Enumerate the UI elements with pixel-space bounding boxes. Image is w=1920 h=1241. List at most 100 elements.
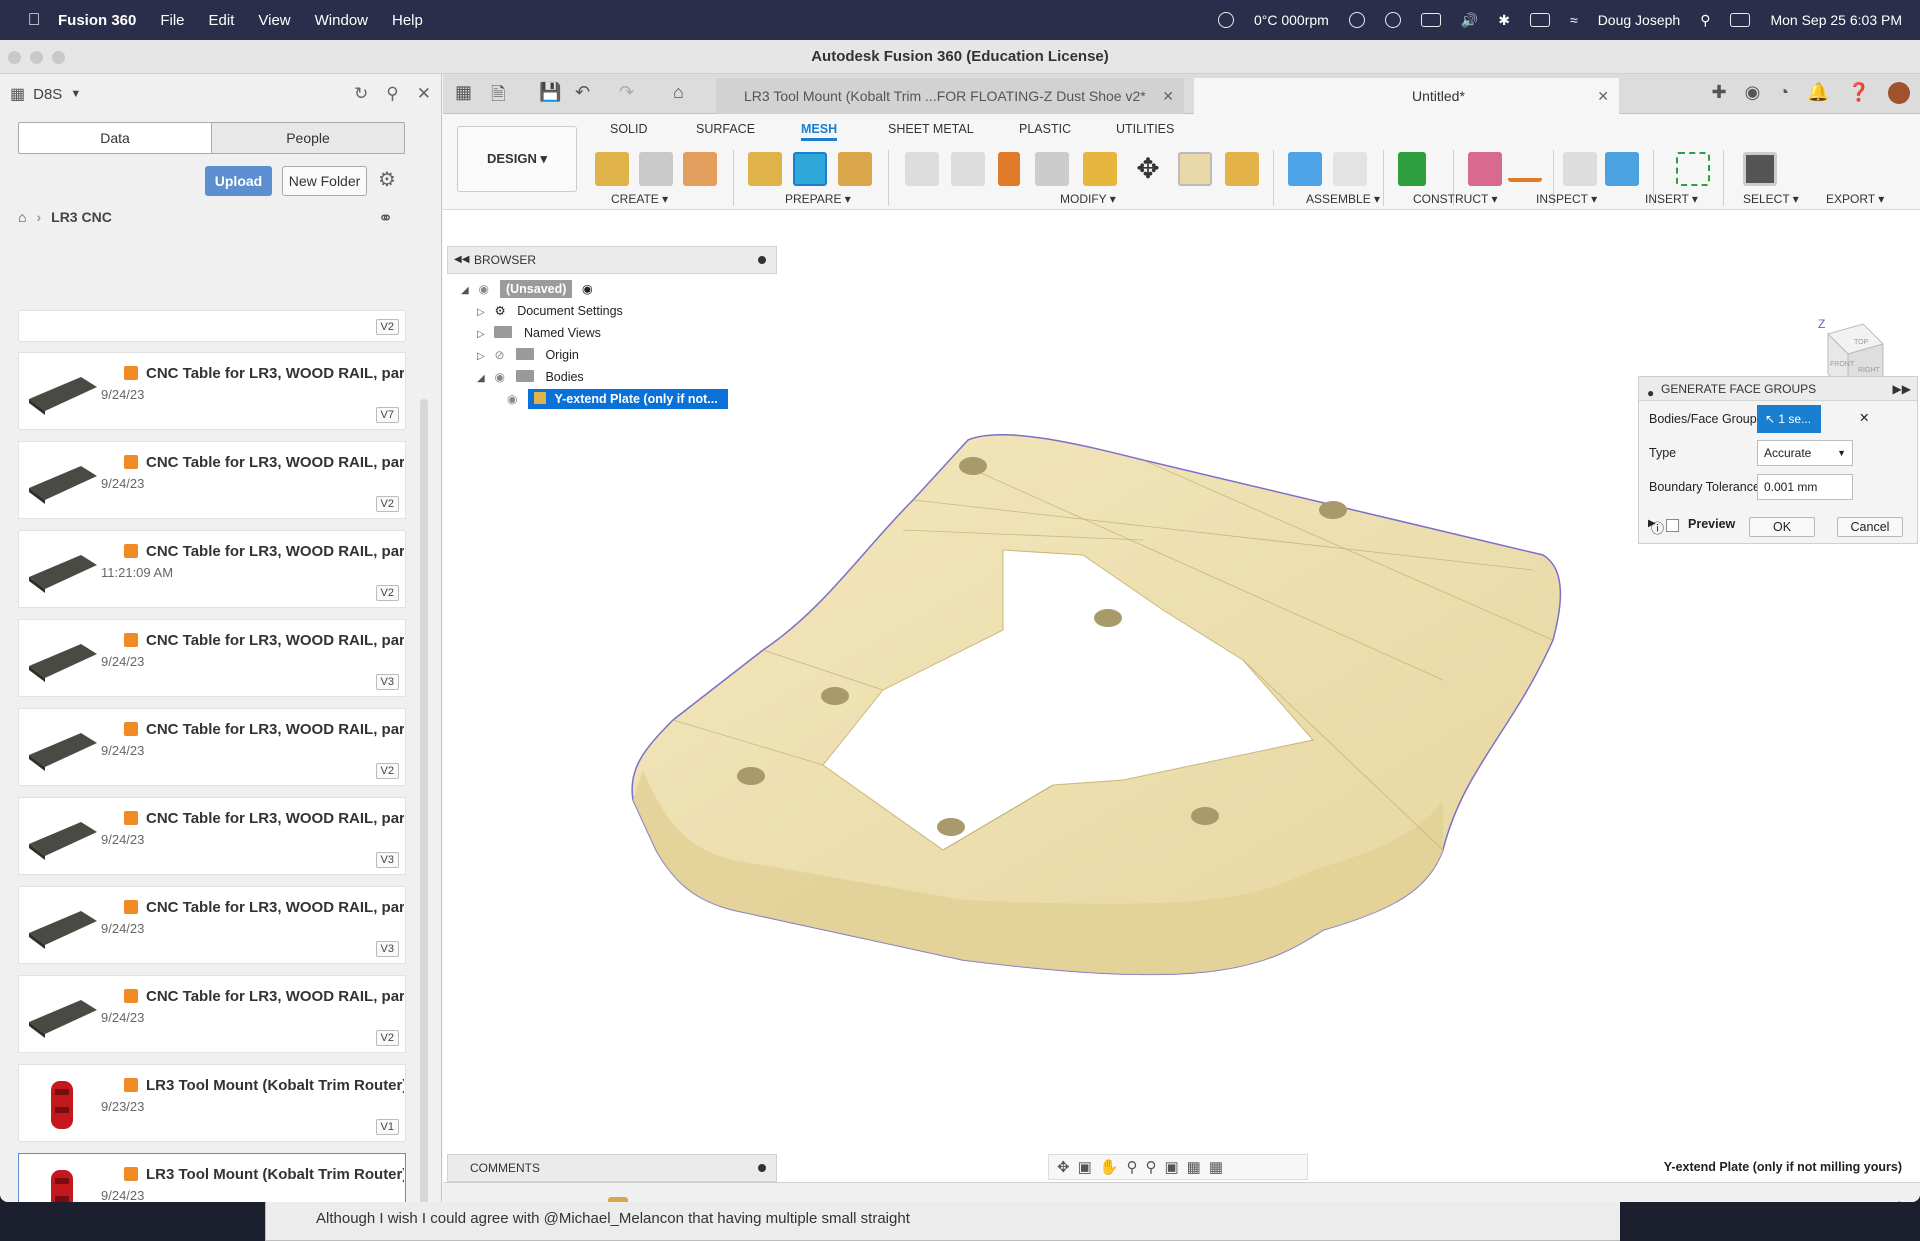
export-icon[interactable] — [1743, 152, 1777, 186]
type-select[interactable]: Accurate ▼ — [1757, 440, 1853, 466]
collapse-icon[interactable]: ◀◀ — [454, 247, 469, 273]
expand-icon[interactable]: ▶▶ — [1893, 377, 1911, 401]
list-item[interactable]: CNC Table for LR3, WOOD RAIL, para... 9/2… — [18, 975, 406, 1053]
group-inspect[interactable]: INSPECT ▾ — [1536, 192, 1597, 206]
model-canvas[interactable] — [443, 210, 1920, 1150]
expand-icon[interactable]: ▷ — [477, 346, 491, 368]
version-badge[interactable]: V2 — [375, 1030, 399, 1046]
close-window-button[interactable] — [8, 51, 21, 64]
group-export[interactable]: EXPORT ▾ — [1826, 192, 1884, 206]
grid-settings-icon[interactable]: ▦ — [1187, 1158, 1201, 1176]
display-icon[interactable] — [1420, 13, 1441, 27]
fit-icon[interactable]: ⚲ — [1145, 1158, 1156, 1176]
body-label[interactable]: Y-extend Plate (only if not... — [528, 389, 728, 409]
measure-icon[interactable] — [1508, 162, 1542, 182]
list-item[interactable]: CNC Table for LR3, WOOD RAIL, para... 9/2… — [18, 708, 406, 786]
group-prepare[interactable]: PREPARE ▾ — [785, 192, 851, 206]
expand-icon[interactable]: ▶ — [1648, 518, 1656, 529]
group-create[interactable]: CREATE ▾ — [611, 192, 668, 206]
list-item-partial[interactable]: V2 — [18, 310, 406, 342]
refresh-icon[interactable]: ↻ — [354, 84, 368, 104]
list-item[interactable]: CNC Table for LR3, WOOD RAIL, para... 9/2… — [18, 441, 406, 519]
app-grid-icon[interactable]: ▦ — [455, 82, 472, 103]
play-icon[interactable] — [1348, 12, 1365, 28]
home-icon[interactable]: ⌂ — [673, 82, 684, 103]
breadcrumb-folder[interactable]: LR3 CNC — [51, 209, 112, 225]
joint-icon[interactable] — [1333, 152, 1367, 186]
tree-body-item[interactable]: ◉ Y-extend Plate (only if not... — [507, 388, 728, 410]
eye-icon[interactable]: ◉ — [478, 278, 496, 300]
workspace-switcher[interactable]: DESIGN ▾ — [457, 126, 577, 192]
minimize-window-button[interactable] — [30, 51, 43, 64]
plane-cut-icon[interactable] — [905, 152, 939, 186]
pin-icon[interactable] — [758, 256, 766, 264]
volume-icon[interactable]: 🔊 — [1461, 12, 1478, 29]
home-icon[interactable]: ⌂ — [18, 209, 26, 225]
version-badge[interactable]: V2 — [375, 763, 399, 779]
avatar[interactable] — [1888, 82, 1910, 104]
orbit-icon[interactable]: ✥ — [1057, 1158, 1070, 1176]
expand-icon[interactable]: ▷ — [477, 324, 491, 346]
spotlight-icon[interactable]: ⚲ — [1700, 12, 1710, 29]
gear-icon[interactable]: ⚙ — [1890, 1197, 1908, 1202]
clear-selection-icon[interactable]: ✕ — [1859, 410, 1869, 425]
menu-view[interactable]: View — [258, 12, 290, 29]
tab-sheet-metal[interactable]: SHEET METAL — [888, 122, 974, 136]
eye-hidden-icon[interactable]: ⊘ — [494, 344, 512, 366]
combine-icon[interactable] — [838, 152, 872, 186]
team-selector[interactable]: D8S — [33, 86, 62, 103]
tab-plastic[interactable]: PLASTIC — [1019, 122, 1071, 136]
menu-window[interactable]: Window — [315, 12, 368, 29]
apple-icon[interactable]:  — [14, 10, 54, 30]
bluetooth-icon[interactable]: ✱ — [1498, 12, 1510, 29]
new-tab-icon[interactable]: ✚ — [1711, 82, 1726, 104]
tab-data[interactable]: Data — [19, 123, 211, 153]
eye-icon[interactable]: ◉ — [494, 366, 512, 388]
help-icon[interactable]: ❓ — [1848, 82, 1870, 104]
close-icon[interactable]: ✕ — [417, 84, 431, 104]
eye-icon[interactable]: ◉ — [507, 388, 525, 410]
first-frame-icon[interactable]: ⏮ — [455, 1199, 468, 1202]
tab-mesh[interactable]: MESH — [801, 122, 838, 141]
chevron-down-icon[interactable]: ▼ — [70, 88, 81, 100]
tab-surface[interactable]: SURFACE — [696, 122, 755, 136]
file-menu-icon[interactable]: 🗎 — [491, 82, 505, 112]
look-at-icon[interactable]: ▣ — [1078, 1158, 1092, 1176]
extensions-icon[interactable]: ◉ — [1745, 82, 1761, 104]
section-sketch-icon[interactable] — [683, 152, 717, 186]
shell-icon[interactable] — [1035, 152, 1069, 186]
timeline-feature-icon[interactable] — [608, 1197, 628, 1202]
tree-root[interactable]: ◢ ◉ (Unsaved) ◉ — [461, 278, 593, 300]
status-app-icon[interactable] — [1217, 12, 1234, 28]
window-select-icon[interactable] — [1676, 152, 1710, 186]
clock-datetime[interactable]: Mon Sep 25 6:03 PM — [1770, 12, 1902, 28]
tab-untitled[interactable]: Untitled* ✕ — [1194, 78, 1619, 114]
close-tab-icon[interactable]: ✕ — [1162, 78, 1174, 114]
zoom-window-button[interactable] — [52, 51, 65, 64]
separate-icon[interactable] — [951, 152, 985, 186]
play-icon[interactable]: ▶ — [506, 1199, 517, 1202]
user-name[interactable]: Doug Joseph — [1598, 12, 1681, 28]
next-frame-icon[interactable]: ▶ — [531, 1199, 542, 1202]
version-badge[interactable]: V3 — [375, 852, 399, 868]
tree-document-settings[interactable]: ▷ ⚙ Document Settings — [477, 300, 623, 322]
upload-button[interactable]: Upload — [205, 166, 272, 196]
generate-face-groups-icon[interactable] — [748, 152, 782, 186]
zoom-icon[interactable]: ⚲ — [1126, 1158, 1137, 1176]
tab-utilities[interactable]: UTILITIES — [1116, 122, 1174, 136]
canvas-image-icon[interactable] — [1605, 152, 1639, 186]
undo-icon[interactable]: ↶ — [575, 82, 590, 103]
comments-panel-header[interactable]: COMMENTS — [447, 1154, 777, 1182]
bodies-selection[interactable]: ↖ 1 se... — [1757, 405, 1821, 433]
offset-plane-icon[interactable] — [1398, 152, 1426, 186]
combine-bodies-icon[interactable] — [1083, 152, 1117, 186]
menu-help[interactable]: Help — [392, 12, 423, 29]
tree-origin[interactable]: ▷ ⊘ Origin — [477, 344, 579, 366]
version-badge[interactable]: V2 — [375, 496, 399, 512]
list-item[interactable]: LR3 Tool Mount (Kobalt Trim Router) (...… — [18, 1064, 406, 1142]
display-settings-icon[interactable]: ▣ — [1164, 1158, 1178, 1176]
insert-mesh-icon[interactable] — [595, 152, 629, 186]
expand-icon[interactable]: ◢ — [477, 368, 491, 390]
menu-file[interactable]: File — [160, 12, 184, 29]
tolerance-field[interactable]: 0.001 mm — [1757, 474, 1853, 500]
